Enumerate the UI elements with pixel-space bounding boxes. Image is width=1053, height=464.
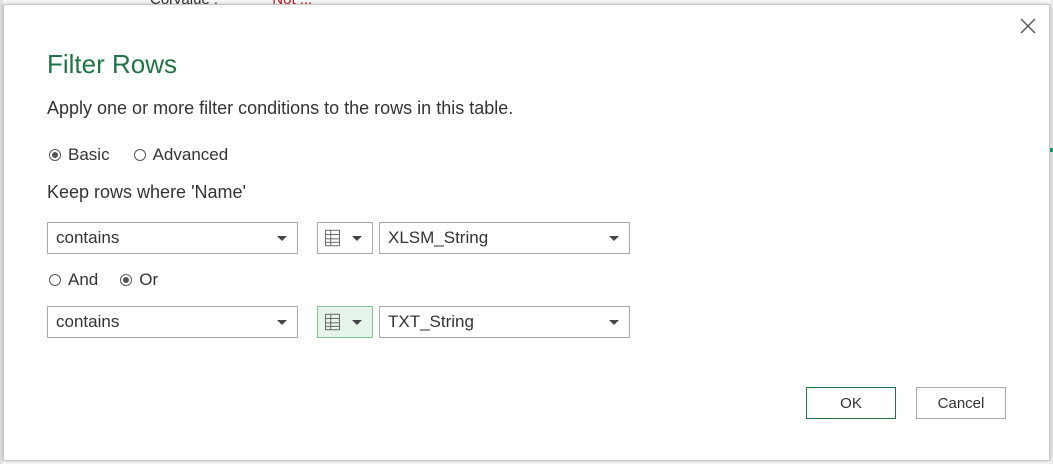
radio-and-indicator	[49, 274, 61, 286]
chevron-down-icon	[277, 235, 287, 241]
chevron-down-icon	[352, 319, 362, 325]
radio-basic-label: Basic	[68, 145, 110, 164]
radio-advanced[interactable]: Advanced	[133, 145, 229, 165]
radio-or-indicator	[120, 274, 133, 286]
chevron-down-icon	[277, 319, 287, 325]
filter-rows-dialog: Filter Rows Apply one or more filter con…	[3, 4, 1050, 461]
condition-2-value: TXT_String	[388, 312, 474, 331]
table-list-icon	[325, 313, 340, 331]
chevron-down-icon	[352, 235, 362, 241]
cancel-button[interactable]: Cancel	[916, 387, 1006, 419]
condition-2-operator-dropdown[interactable]: contains	[47, 306, 298, 338]
radio-basic[interactable]: Basic	[49, 145, 110, 165]
condition-1-operator-dropdown[interactable]: contains	[47, 222, 298, 254]
radio-or-label: Or	[139, 270, 159, 289]
close-icon	[1020, 18, 1036, 34]
condition-1-operator-value: contains	[56, 228, 120, 247]
dialog-subtitle: Apply one or more filter conditions to t…	[47, 98, 514, 118]
radio-basic-indicator	[49, 149, 61, 161]
condition-1-value-dropdown[interactable]: XLSM_String	[379, 222, 630, 254]
ok-button[interactable]: OK	[806, 387, 896, 419]
condition-1-value-type-button[interactable]	[317, 222, 373, 254]
close-button[interactable]	[1017, 15, 1039, 37]
condition-2-value-type-button[interactable]	[317, 306, 373, 338]
radio-or[interactable]: Or	[120, 270, 158, 290]
radio-advanced-indicator	[133, 149, 146, 161]
radio-and[interactable]: And	[49, 270, 98, 290]
chevron-down-icon	[609, 235, 619, 241]
radio-and-label: And	[68, 270, 99, 289]
chevron-down-icon	[609, 319, 619, 325]
keep-rows-label: Keep rows where 'Name'	[47, 182, 246, 202]
table-list-icon	[325, 229, 340, 247]
dialog-title: Filter Rows	[47, 49, 178, 79]
condition-2-operator-value: contains	[56, 312, 120, 331]
condition-2-value-dropdown[interactable]: TXT_String	[379, 306, 630, 338]
mode-radio-group: Basic Advanced	[49, 145, 228, 165]
radio-advanced-label: Advanced	[152, 145, 229, 164]
condition-1-value: XLSM_String	[388, 228, 489, 247]
logic-radio-group: And Or	[49, 270, 158, 290]
